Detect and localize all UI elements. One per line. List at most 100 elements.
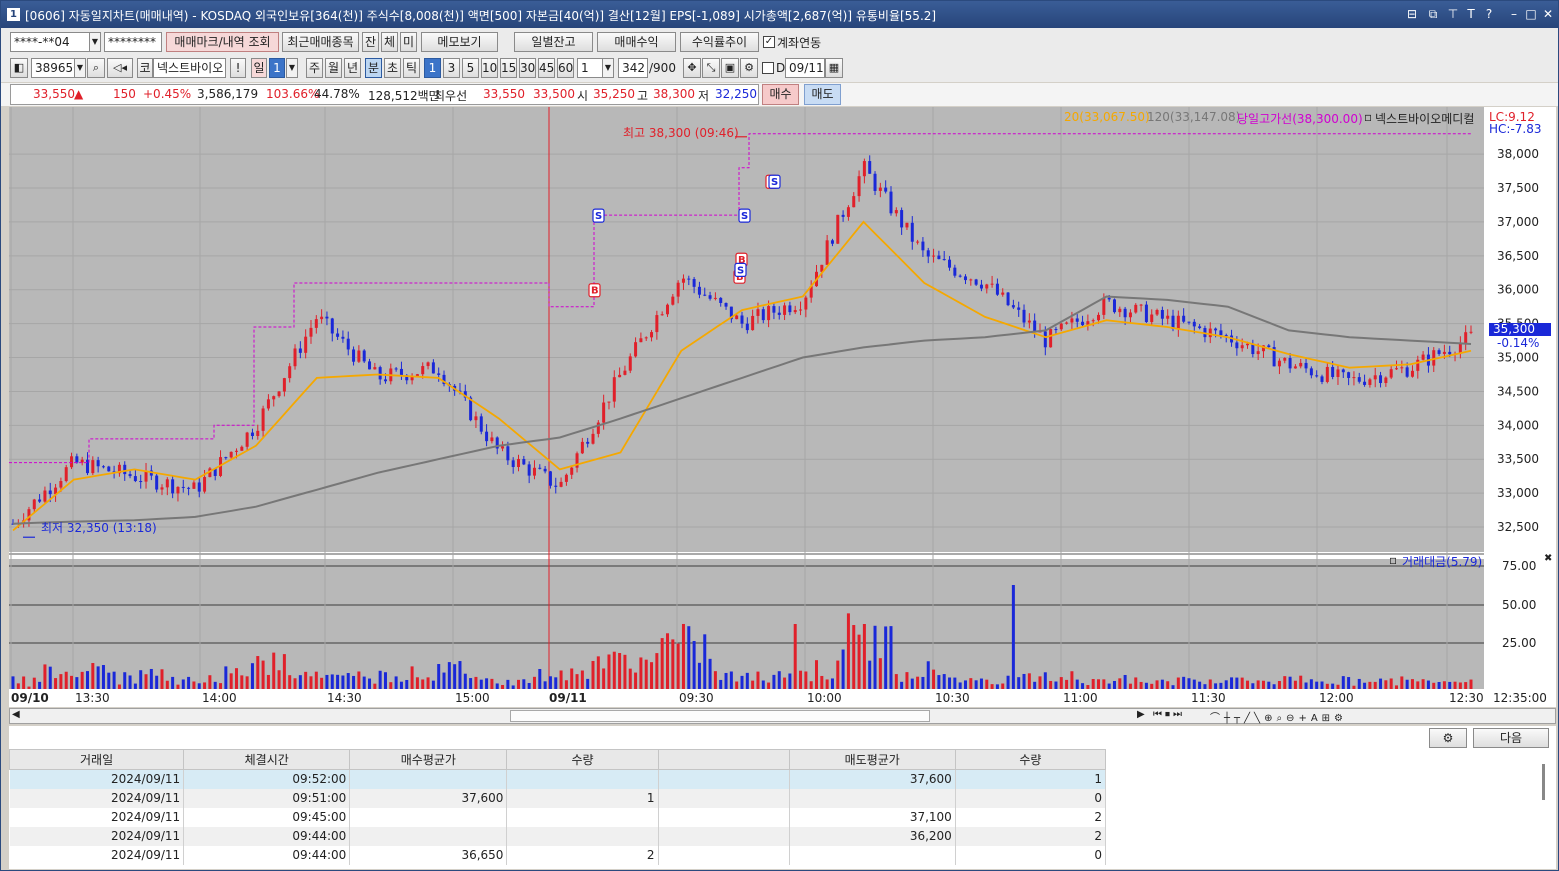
chart-area[interactable]: 38,00037,50037,00036,50036,00035,50035,0… xyxy=(9,107,1556,707)
execution-tab[interactable]: 체 xyxy=(381,32,398,52)
interval-button-1[interactable]: 1 xyxy=(424,58,441,78)
column-header[interactable]: 수량 xyxy=(506,749,659,770)
table-row[interactable]: 2024/09/11 09:51:00 37,600 1 0 xyxy=(9,788,1107,808)
best-quote-label: 최우선 xyxy=(434,89,468,103)
trade-history-panel: ⚙ 다음 거래일 체결시간 매수평균가 수량 매도평균가 수량 2024/09/11 09:… xyxy=(8,726,1556,869)
memo-button[interactable]: 메모보기 xyxy=(421,32,498,52)
alert-button[interactable]: ! xyxy=(230,58,246,78)
window-tile-icon[interactable]: ⧉ xyxy=(1425,6,1441,22)
save-icon[interactable]: ▣ xyxy=(721,58,739,78)
table-row[interactable]: 2024/09/11 09:45:00 37,100 2 xyxy=(9,807,1107,827)
column-header[interactable]: 체결시간 xyxy=(183,749,351,770)
column-header[interactable]: 매도평균가 xyxy=(788,749,956,770)
volume-bar xyxy=(522,679,526,689)
period-value[interactable]: 1 xyxy=(269,58,285,78)
maximize-icon[interactable]: □ xyxy=(1523,6,1539,22)
unfilled-tab[interactable]: 미 xyxy=(400,32,417,52)
interval-button-3[interactable]: 3 xyxy=(443,58,460,78)
period-day-button[interactable]: 일 xyxy=(251,58,267,78)
account-dropdown-icon[interactable]: ▼ xyxy=(89,32,101,52)
playback-controls[interactable]: ⏮⏹⏭ xyxy=(1153,709,1185,720)
volume-bar xyxy=(1432,682,1436,689)
interval-button-30[interactable]: 30 xyxy=(519,58,536,78)
password-field[interactable]: ******** xyxy=(104,32,162,52)
stock-code-field[interactable]: 389650 xyxy=(31,58,75,78)
candle-body xyxy=(59,481,63,488)
volume-bar xyxy=(1469,679,1473,689)
chart-scrollbar[interactable]: ◀ ▶ ⏮⏹⏭ ⌒┼┬╱╲⊕⌕⊖+A⊞⚙ xyxy=(9,708,1556,724)
search-icon[interactable]: ⌕ xyxy=(87,58,105,78)
trade-profit-button[interactable]: 매매수익 xyxy=(597,32,676,52)
interval-button-10[interactable]: 10 xyxy=(481,58,498,78)
scroll-right-icon[interactable]: ▶ xyxy=(1137,709,1145,720)
daily-balance-button[interactable]: 일별잔고 xyxy=(514,32,593,52)
interval-count-field[interactable]: 1 xyxy=(577,58,603,78)
display-count-field[interactable]: 342 xyxy=(618,58,648,78)
period-month-button[interactable]: 월 xyxy=(325,58,342,78)
column-header[interactable]: 수량 xyxy=(954,749,1107,770)
help-icon[interactable]: ? xyxy=(1481,6,1497,22)
volume-bar xyxy=(1198,681,1202,689)
table-row[interactable]: 2024/09/11 09:52:00 37,600 1 xyxy=(9,769,1107,789)
period-dropdown-icon[interactable]: ▼ xyxy=(286,58,298,78)
panel-close-icon[interactable]: ✖ xyxy=(1544,553,1552,564)
candle-body xyxy=(490,437,494,442)
period-second-button[interactable]: 초 xyxy=(384,58,401,78)
column-header[interactable]: 거래일 xyxy=(8,749,185,770)
column-header[interactable] xyxy=(657,749,790,770)
sell-button[interactable]: 매도 xyxy=(804,84,841,105)
volume-bar xyxy=(256,656,260,689)
close-icon[interactable]: ✕ xyxy=(1540,6,1556,22)
profit-trend-button[interactable]: 수익률추이 xyxy=(680,32,759,52)
price-chart[interactable]: 38,00037,50037,00036,50036,00035,50035,0… xyxy=(9,107,1556,707)
candle-body xyxy=(889,191,893,214)
table-row[interactable]: 2024/09/11 09:44:00 36,650 2 0 xyxy=(9,845,1107,865)
period-year-button[interactable]: 년 xyxy=(344,58,361,78)
scroll-thumb[interactable] xyxy=(510,710,930,722)
date-field[interactable]: 09/11 xyxy=(785,58,825,78)
stock-name-field[interactable]: 넥스트바이오 xyxy=(153,58,226,78)
mark-history-button[interactable]: 매매마크/내역 조회 xyxy=(166,32,279,52)
trade-marker-label: B xyxy=(591,286,599,297)
zoom-icon[interactable]: ⤡ xyxy=(702,58,720,78)
volume-bar xyxy=(229,673,233,689)
table-row[interactable]: 2024/09/11 09:44:00 36,200 2 xyxy=(9,826,1107,846)
pin-icon[interactable]: ⊤ xyxy=(1445,6,1461,22)
minimize-icon[interactable]: – xyxy=(1506,6,1522,22)
volume-bar xyxy=(963,680,967,689)
table-settings-icon[interactable]: ⚙ xyxy=(1429,728,1467,748)
current-pct-tag: -0.14% xyxy=(1497,336,1540,350)
interval-button-5[interactable]: 5 xyxy=(462,58,479,78)
period-minute-button[interactable]: 분 xyxy=(365,58,382,78)
recent-trades-button[interactable]: 최근매매종목 xyxy=(282,32,359,52)
date-checkbox[interactable] xyxy=(762,62,774,74)
account-link-checkbox[interactable]: ✓ xyxy=(763,36,775,48)
interval-button-60[interactable]: 60 xyxy=(557,58,574,78)
column-header[interactable]: 매수평균가 xyxy=(349,749,508,770)
interval-dropdown-icon[interactable]: ▼ xyxy=(602,58,614,78)
next-button[interactable]: 다음 xyxy=(1473,728,1549,748)
scroll-left-icon[interactable]: ◀ xyxy=(12,709,20,720)
balance-tab[interactable]: 잔 xyxy=(362,32,379,52)
settings-icon[interactable]: ⚙ xyxy=(740,58,758,78)
interval-button-15[interactable]: 15 xyxy=(500,58,517,78)
table-scrollbar[interactable] xyxy=(1542,764,1545,800)
interval-button-45[interactable]: 45 xyxy=(538,58,555,78)
stock-code-dropdown-icon[interactable]: ▼ xyxy=(74,58,86,78)
account-field[interactable]: ****-**04 xyxy=(10,32,90,52)
volume-bar xyxy=(171,676,175,689)
candle-body xyxy=(91,460,95,474)
sound-icon[interactable]: ◁◂ xyxy=(107,58,133,78)
stock-legend-icon: ▫ xyxy=(1364,110,1373,124)
buy-button[interactable]: 매수 xyxy=(762,84,799,105)
drawing-tools-icon[interactable]: ⌒┼┬╱╲⊕⌕⊖+A⊞⚙ xyxy=(1210,709,1347,724)
chart-type-icon[interactable]: ◧ xyxy=(10,58,28,78)
candle-body xyxy=(697,286,701,295)
volume-bar xyxy=(708,658,712,689)
period-tick-button[interactable]: 틱 xyxy=(403,58,420,78)
calendar-icon[interactable]: ▦ xyxy=(825,58,843,78)
period-week-button[interactable]: 주 xyxy=(306,58,323,78)
font-size-icon[interactable]: T xyxy=(1463,6,1479,22)
restore-layout-icon[interactable]: ⊟ xyxy=(1404,6,1420,22)
cursor-icon[interactable]: ✥ xyxy=(683,58,701,78)
